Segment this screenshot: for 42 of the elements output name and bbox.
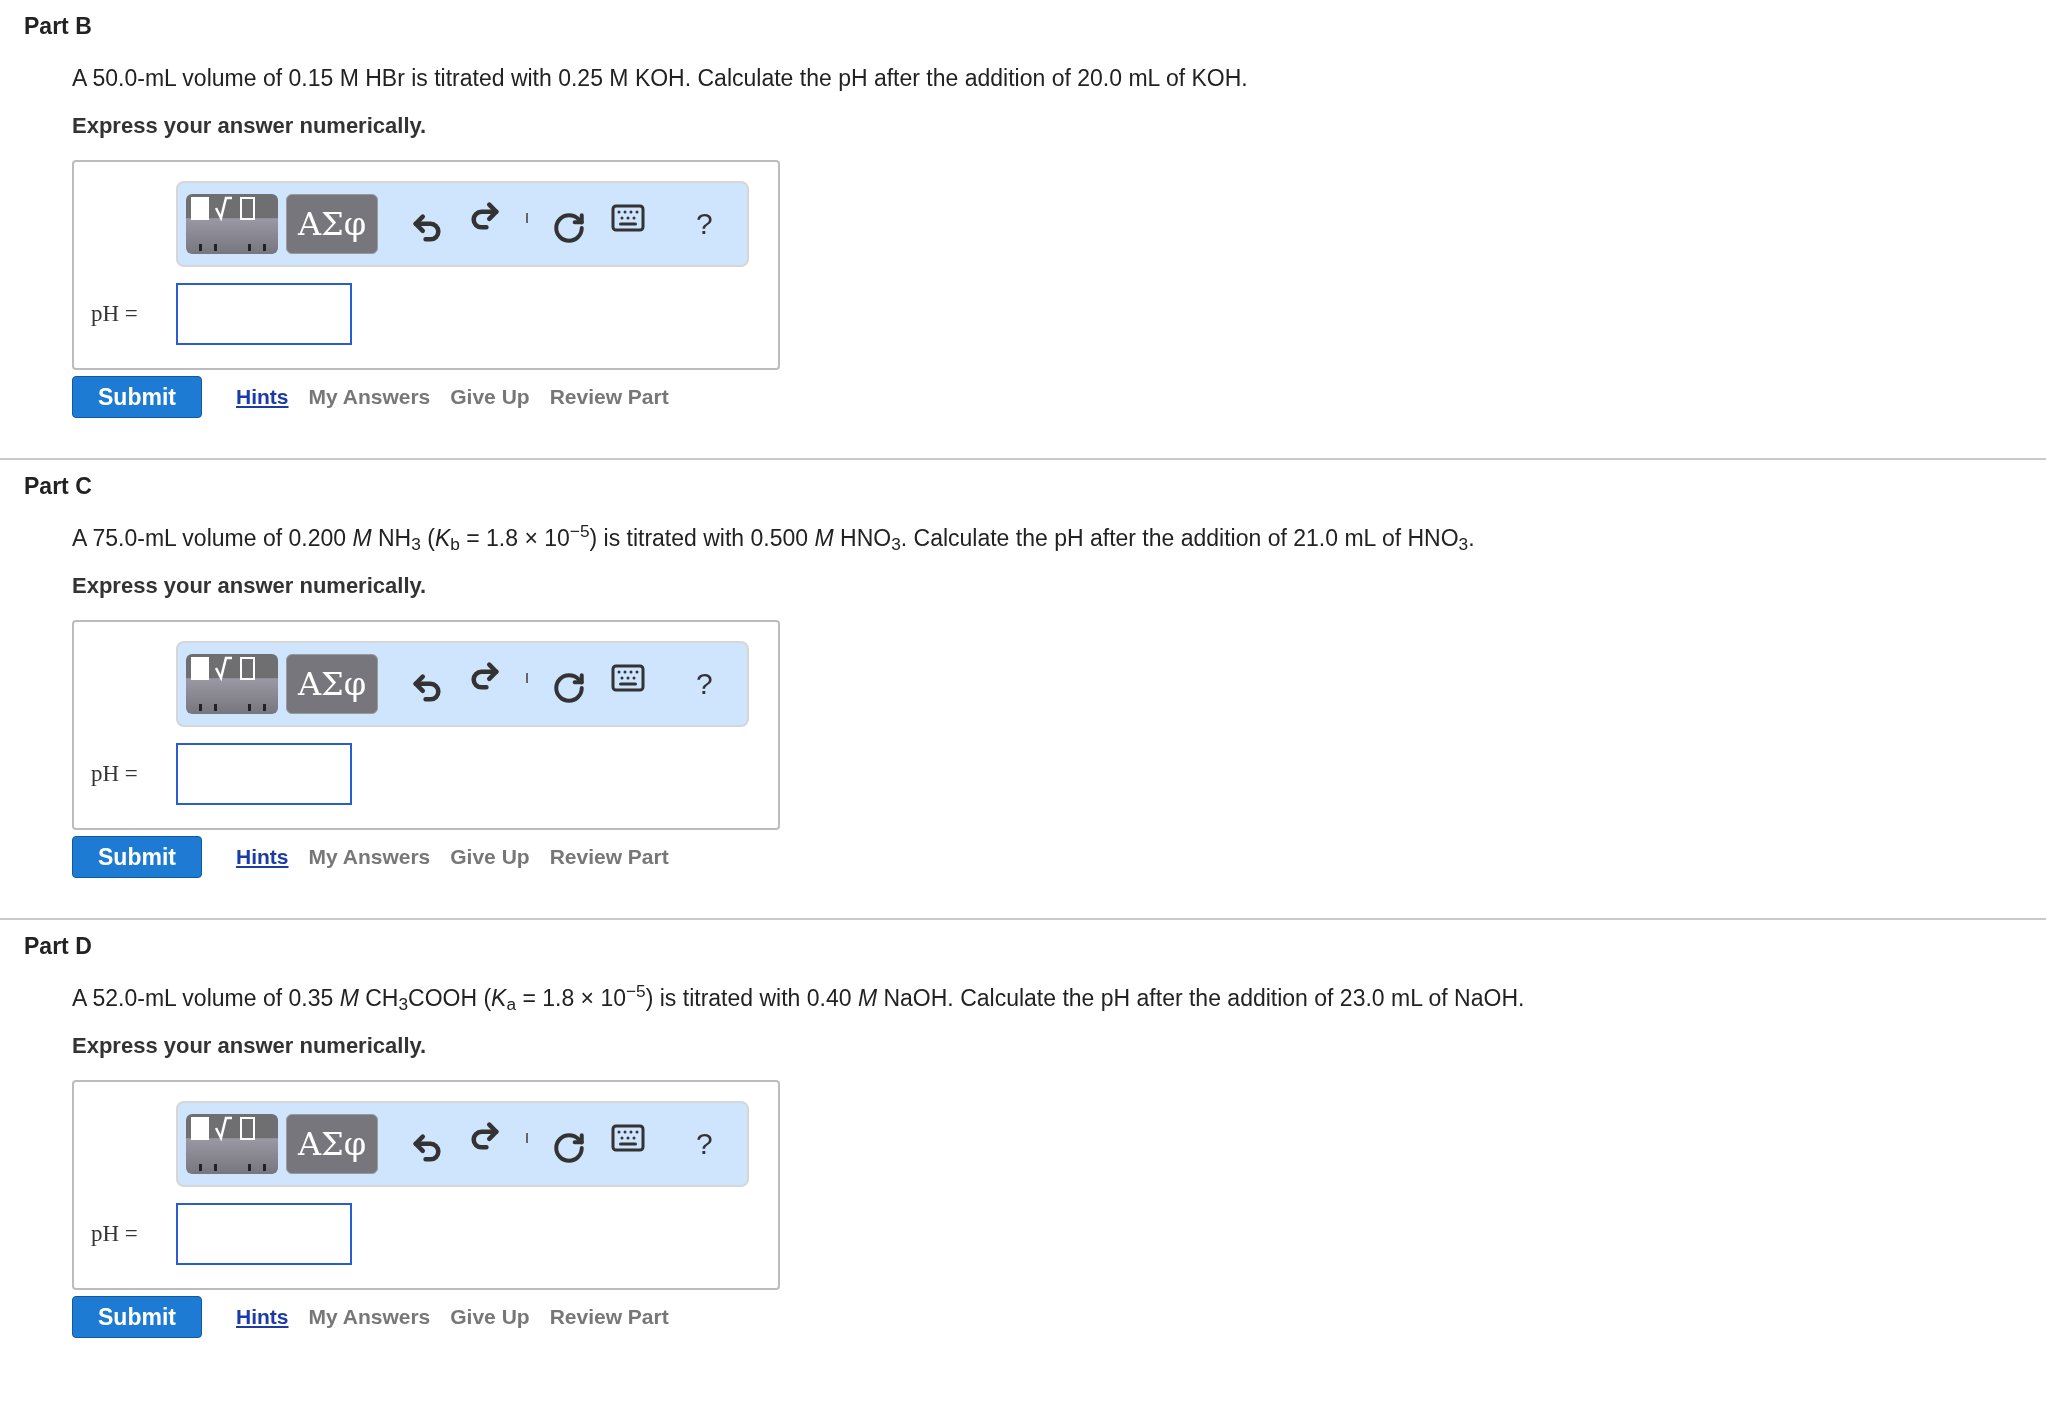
reset-icon[interactable] <box>552 671 586 705</box>
hints-link[interactable]: Hints <box>236 381 289 413</box>
question-text: A 75.0-mL volume of 0.200 M NH$_{3}$ (K$_{b}$ = 1.8 × 10$^{−5}$) is titrated with 0.500 M HNO$_{3}$. Calculate the pH after the addition of 21.0 mL of HNO$_{3}$. <box>72 524 1475 552</box>
reset-icon[interactable] <box>552 211 586 245</box>
answer-label: pH = <box>91 299 139 328</box>
reset-icon[interactable] <box>552 1131 586 1165</box>
submit-button[interactable]: Submit <box>72 836 202 878</box>
answer-field[interactable] <box>176 743 352 805</box>
question-text: A 50.0-mL volume of 0.15 M HBr is titrated with 0.25 M KOH. Calculate the pH after the addition of 20.0 mL of KOH. <box>72 64 1248 92</box>
redo-icon[interactable] <box>468 199 502 233</box>
part-title: Part D <box>24 932 92 960</box>
hints-link[interactable]: Hints <box>236 841 289 873</box>
submit-button[interactable]: Submit <box>72 1296 202 1338</box>
instruction-text: Express your answer numerically. <box>72 112 427 140</box>
undo-icon[interactable] <box>410 671 444 705</box>
symbols-button[interactable]: ΑΣφ <box>286 1114 378 1174</box>
undo-icon[interactable] <box>410 1131 444 1165</box>
instruction-text: Express your answer numerically. <box>72 572 427 600</box>
template-icon[interactable] <box>186 654 278 714</box>
answer-label: pH = <box>91 759 139 788</box>
hints-link[interactable]: Hints <box>236 1301 289 1333</box>
instruction-text: Express your answer numerically. <box>72 1032 427 1060</box>
help-button[interactable]: ? <box>696 669 713 699</box>
redo-icon[interactable] <box>468 1119 502 1153</box>
answer-label: pH = <box>91 1219 139 1248</box>
help-button[interactable]: ? <box>696 1129 713 1159</box>
separator-icon <box>526 1133 528 1143</box>
separator-icon <box>526 213 528 223</box>
answer-field[interactable] <box>176 1203 352 1265</box>
separator-icon <box>526 673 528 683</box>
question-text: A 52.0-mL volume of 0.35 M CH$_{3}$COOH (K$_{a}$ = 1.8 × 10$^{−5}$) is titrated with 0.40 M NaOH. Calculate the pH after the addition of 23.0 mL of NaOH. <box>72 984 1525 1012</box>
template-icon[interactable] <box>186 194 278 254</box>
symbols-button[interactable]: ΑΣφ <box>286 654 378 714</box>
redo-icon[interactable] <box>468 659 502 693</box>
part-title: Part B <box>24 12 92 40</box>
template-icon[interactable] <box>186 1114 278 1174</box>
symbols-button[interactable]: ΑΣφ <box>286 194 378 254</box>
answer-field[interactable] <box>176 283 352 345</box>
help-button[interactable]: ? <box>696 209 713 239</box>
undo-icon[interactable] <box>410 211 444 245</box>
submit-button[interactable]: Submit <box>72 376 202 418</box>
part-title: Part C <box>24 472 92 500</box>
